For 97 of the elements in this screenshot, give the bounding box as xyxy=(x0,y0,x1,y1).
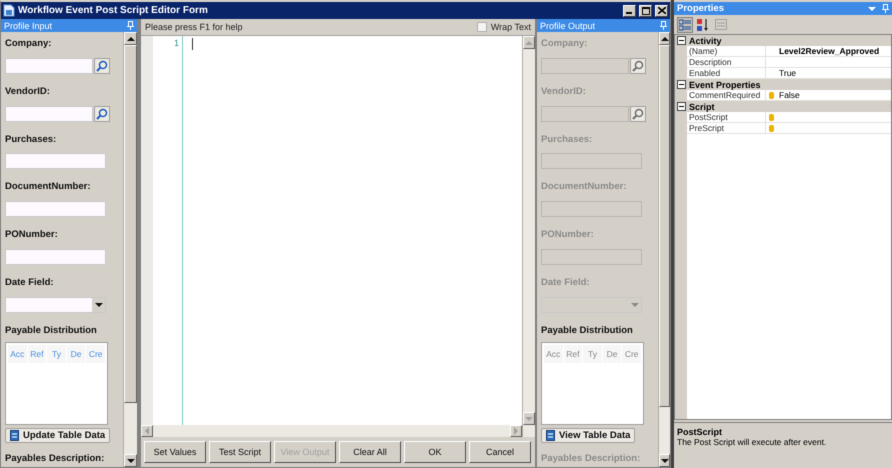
field-label: Purchases: xyxy=(5,134,58,146)
description-title: PostScript xyxy=(677,427,724,437)
dialog-button[interactable]: Test Script xyxy=(209,441,271,463)
search-icon xyxy=(632,60,644,72)
collapse-icon[interactable] xyxy=(677,36,686,45)
toolbar-button[interactable] xyxy=(695,16,711,32)
panel-title: Properties xyxy=(677,3,725,14)
scrollbar[interactable] xyxy=(522,36,535,437)
category-name: Activity xyxy=(689,36,722,46)
toolbar-button[interactable] xyxy=(677,16,693,32)
input-field[interactable] xyxy=(5,248,106,265)
property-row[interactable]: Description xyxy=(687,57,891,68)
scroll-up-icon xyxy=(126,36,134,42)
code-editor[interactable]: 1 xyxy=(141,36,522,425)
scroll-down-icon xyxy=(660,458,668,464)
property-row[interactable]: PostScript xyxy=(687,112,891,123)
category-name: Event Properties xyxy=(689,80,761,90)
maximize-button[interactable] xyxy=(639,4,652,16)
maximize-icon xyxy=(642,6,650,14)
wrap-text-checkbox[interactable] xyxy=(476,22,487,32)
property-name[interactable]: Enabled xyxy=(687,68,766,78)
dialog-button[interactable]: Clear All xyxy=(339,441,401,463)
property-pages-icon xyxy=(715,19,727,30)
field-label: Purchases: xyxy=(541,134,594,146)
input-field[interactable] xyxy=(5,153,106,170)
field-label: Payables Description: xyxy=(541,453,642,466)
panel-title: Profile Input xyxy=(4,20,52,30)
pin-icon[interactable] xyxy=(882,4,889,13)
window-title: Workflow Event Post Script Editor Form xyxy=(18,5,209,16)
field-label: PONumber: xyxy=(5,229,59,241)
sort-icon xyxy=(697,18,709,30)
lookup-button[interactable] xyxy=(94,106,110,122)
minimize-button[interactable] xyxy=(623,4,636,16)
dialog-button[interactable]: OK xyxy=(404,441,466,463)
lookup-button[interactable] xyxy=(94,58,110,74)
category-name: Script xyxy=(689,102,715,112)
document-icon xyxy=(3,4,15,17)
scrollbar[interactable] xyxy=(123,32,137,467)
dialog-button[interactable]: Cancel xyxy=(469,441,531,463)
section-label: Payable Distribution xyxy=(5,324,98,336)
input-field[interactable] xyxy=(5,58,93,74)
scroll-down-icon xyxy=(525,416,533,422)
scroll-down-icon xyxy=(126,458,134,464)
property-name[interactable]: CommentRequired xyxy=(687,90,766,100)
scroll-right-icon xyxy=(513,427,519,435)
horizontal-scrollbar[interactable] xyxy=(141,425,522,437)
property-name[interactable]: Description xyxy=(687,57,766,67)
field-label: DocumentNumber: xyxy=(5,181,92,194)
property-row[interactable]: (Name) Level2Review_Approved xyxy=(687,46,891,57)
field-label: Company: xyxy=(541,38,588,50)
panel-title: Profile Output xyxy=(540,20,596,30)
table-icon xyxy=(546,430,555,442)
checkbox-label: Wrap Text xyxy=(490,22,531,32)
scroll-up-icon xyxy=(660,36,668,42)
input-field[interactable] xyxy=(5,106,93,122)
field-label: VendorID: xyxy=(5,86,51,98)
line-number: 1 xyxy=(174,38,179,48)
text-cursor xyxy=(192,38,193,50)
close-icon xyxy=(658,7,666,14)
dropdown-arrow-icon xyxy=(868,6,876,12)
section-label: Payable Distribution xyxy=(541,324,634,336)
property-row[interactable]: PreScript xyxy=(687,123,891,134)
search-icon xyxy=(96,108,108,120)
property-name[interactable]: PreScript xyxy=(687,123,766,133)
collapse-icon[interactable] xyxy=(677,80,686,89)
property-name[interactable]: PostScript xyxy=(687,112,766,122)
field-label: Payables Description: xyxy=(5,453,106,466)
scroll-left-icon xyxy=(144,427,150,435)
property-row[interactable]: Enabled True xyxy=(687,68,891,79)
property-value[interactable]: Level2Review_Approved xyxy=(777,46,891,56)
field-label: Date Field: xyxy=(5,276,55,289)
property-value[interactable]: False xyxy=(777,90,891,100)
input-field[interactable] xyxy=(5,201,106,218)
pin-icon[interactable] xyxy=(660,21,667,30)
table-icon xyxy=(10,430,19,442)
search-icon xyxy=(632,108,644,120)
search-icon xyxy=(96,60,108,72)
collapse-icon[interactable] xyxy=(677,102,686,111)
categorized-icon xyxy=(679,18,691,30)
help-hint: Please press F1 for help xyxy=(145,22,243,32)
table-data-button[interactable]: Update Table Data xyxy=(5,428,110,444)
description-text: The Post Script will execute after event. xyxy=(677,437,828,447)
field-label: VendorID: xyxy=(541,86,587,98)
field-label: DocumentNumber: xyxy=(541,181,628,194)
dialog-button[interactable]: Set Values xyxy=(144,441,206,463)
field-label: Date Field: xyxy=(541,276,591,289)
field-label: PONumber: xyxy=(541,229,595,241)
scrollbar[interactable] xyxy=(658,32,670,467)
pin-icon[interactable] xyxy=(127,21,134,30)
close-button[interactable] xyxy=(655,4,668,16)
dropdown-arrow-icon xyxy=(630,302,638,308)
property-name[interactable]: (Name) xyxy=(687,46,766,56)
field-label: Company: xyxy=(5,38,52,50)
property-value[interactable]: True xyxy=(777,68,891,78)
dropdown-arrow-icon xyxy=(94,302,102,308)
property-row[interactable]: CommentRequired False xyxy=(687,90,891,101)
scroll-up-icon xyxy=(525,40,533,46)
